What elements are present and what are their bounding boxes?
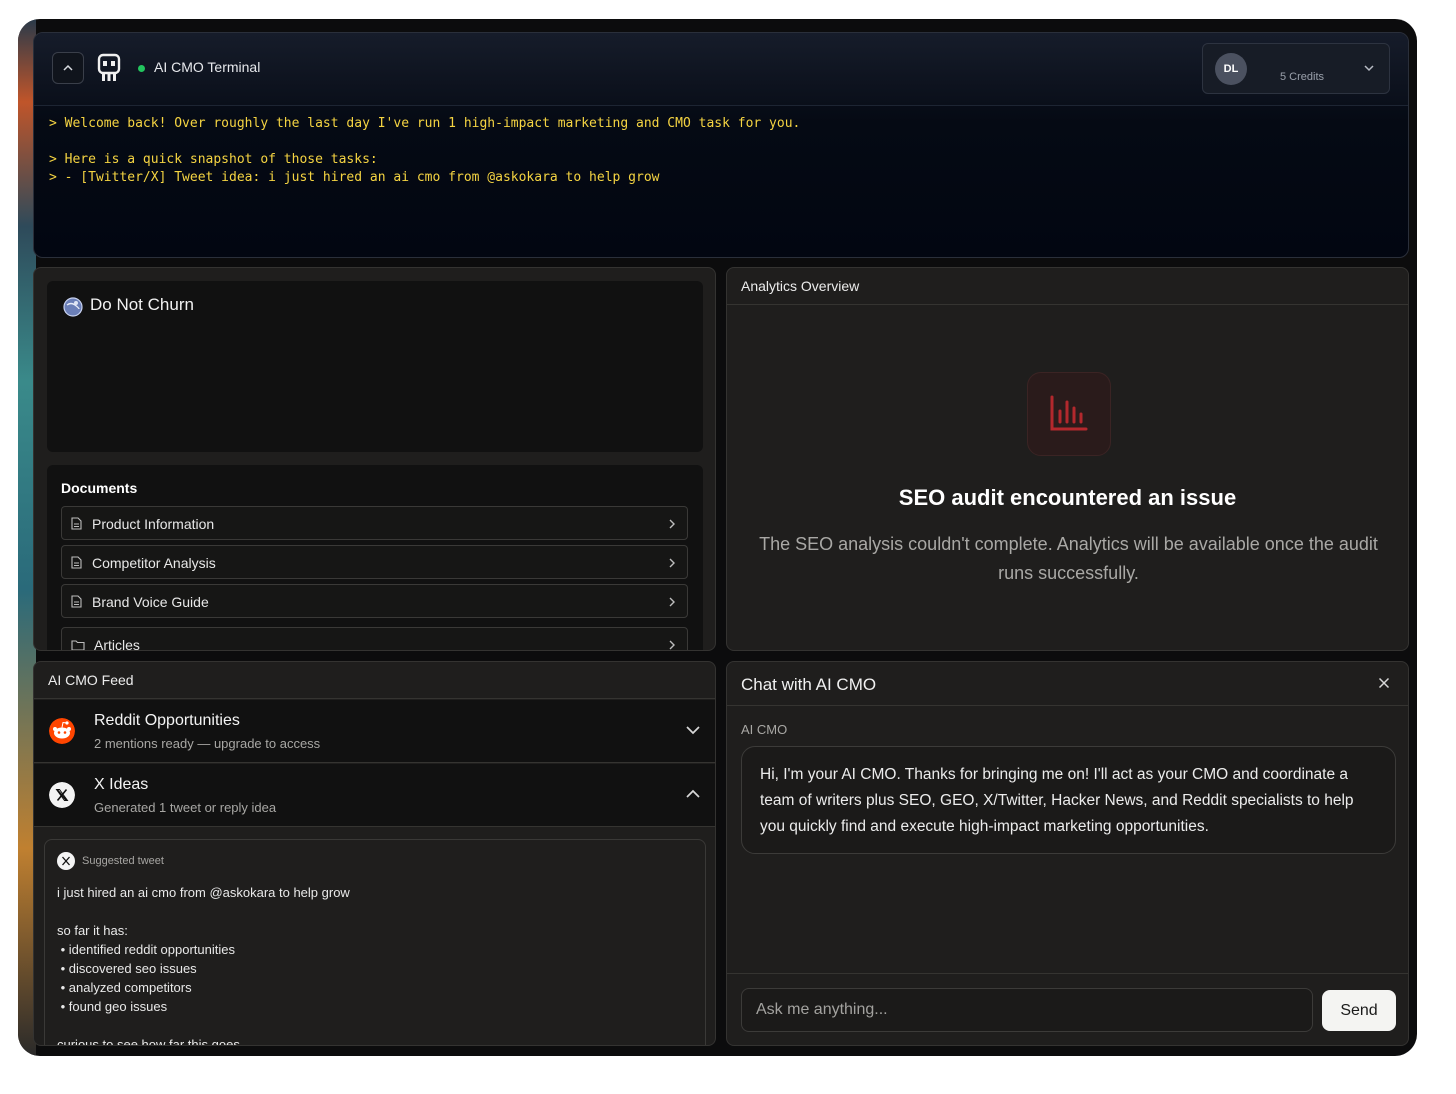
folder-label: Articles — [94, 637, 140, 651]
tweet-line: i just hired an ai cmo from @askokara to… — [57, 885, 350, 900]
chat-message: Hi, I'm your AI CMO. Thanks for bringing… — [741, 746, 1396, 854]
chat-header: Chat with AI CMO — [727, 662, 1408, 706]
tweet-line: • found geo issues — [57, 999, 168, 1014]
document-brand-voice-guide[interactable]: Brand Voice Guide — [61, 584, 688, 618]
tweet-line: • analyzed competitors — [57, 980, 192, 995]
chat-panel: Chat with AI CMO AI CMO Hi, I'm your AI … — [726, 661, 1409, 1046]
bar-chart-icon — [1027, 372, 1111, 456]
feed-item-title: Reddit Opportunities — [94, 712, 240, 729]
analytics-header: Analytics Overview — [727, 268, 1408, 305]
app-window: AI CMO Terminal DL 5 Credits > Setting u… — [18, 19, 1417, 1056]
feed-item-title: X Ideas — [94, 776, 149, 793]
analytics-panel: Analytics Overview SEO audit encountered… — [726, 267, 1409, 651]
feed-header: AI CMO Feed — [34, 662, 715, 699]
close-icon[interactable] — [1378, 677, 1390, 689]
folder-articles[interactable]: Articles — [61, 627, 688, 651]
tweet-line: • discovered seo issues — [57, 961, 197, 976]
terminal-line: > - [Twitter/X] Tweet idea: i just hired… — [49, 170, 660, 185]
account-menu[interactable]: DL 5 Credits — [1202, 43, 1390, 94]
documents-section: Documents Product Information Competitor… — [47, 465, 703, 651]
send-button[interactable]: Send — [1322, 990, 1396, 1031]
suggested-tweet-card: Suggested tweet i just hired an ai cmo f… — [44, 839, 706, 1046]
workspace-panel: Do Not Churn Documents Product Informati… — [33, 267, 716, 651]
chevron-right-icon — [669, 640, 675, 650]
feed-item-subtitle: 2 mentions ready — upgrade to access — [94, 736, 321, 751]
robot-icon — [97, 53, 121, 81]
tweet-line: • identified reddit opportunities — [57, 942, 235, 957]
terminal-line: > Welcome back! Over roughly the last da… — [49, 116, 801, 131]
document-competitor-analysis[interactable]: Competitor Analysis — [61, 545, 688, 579]
chevron-up-icon[interactable] — [685, 788, 701, 800]
divider — [727, 973, 1408, 974]
x-logo-icon — [57, 852, 75, 870]
folder-icon — [71, 640, 85, 650]
tweet-line: curious to see how far this goes — [57, 1037, 240, 1046]
chevron-down-icon — [1364, 65, 1374, 72]
credits-count: 5 Credits — [1280, 71, 1325, 83]
chevron-right-icon — [669, 558, 675, 568]
analytics-title: Analytics Overview — [741, 278, 860, 294]
chevron-right-icon — [669, 597, 675, 607]
tweet-label: Suggested tweet — [82, 855, 164, 867]
feed-item-subtitle: Generated 1 tweet or reply idea — [94, 800, 277, 815]
status-indicator — [138, 65, 145, 72]
tweet-line: so far it has: — [57, 923, 128, 938]
reddit-icon — [49, 718, 75, 744]
company-card: Do Not Churn — [47, 281, 703, 452]
avatar: DL — [1215, 53, 1247, 85]
chevron-down-icon[interactable] — [685, 724, 701, 736]
terminal-line: > Here is a quick snapshot of those task… — [49, 152, 378, 167]
document-product-information[interactable]: Product Information — [61, 506, 688, 540]
x-logo-icon — [49, 782, 75, 808]
error-message: The SEO analysis couldn't complete. Anal… — [759, 534, 1378, 583]
file-icon — [71, 595, 82, 608]
globe-icon — [63, 297, 83, 317]
chat-input[interactable] — [741, 988, 1313, 1032]
collapse-button[interactable] — [52, 52, 84, 84]
message-sender: AI CMO — [741, 722, 788, 737]
chat-title: Chat with AI CMO — [741, 675, 877, 694]
feed-title: AI CMO Feed — [48, 672, 134, 688]
chevron-up-icon — [63, 64, 73, 71]
documents-title: Documents — [61, 480, 138, 496]
terminal-title: AI CMO Terminal — [154, 59, 261, 75]
document-label: Brand Voice Guide — [92, 594, 209, 610]
error-title: SEO audit encountered an issue — [898, 485, 1237, 510]
document-label: Competitor Analysis — [92, 555, 216, 571]
feed-item-x-ideas[interactable]: X Ideas Generated 1 tweet or reply idea — [34, 764, 715, 827]
company-name: Do Not Churn — [90, 295, 194, 314]
file-icon — [71, 556, 82, 569]
terminal-header: AI CMO Terminal DL 5 Credits — [34, 33, 1408, 106]
terminal-panel: AI CMO Terminal DL 5 Credits > Setting u… — [33, 32, 1409, 258]
tweet-card-header: Suggested tweet — [57, 852, 164, 870]
document-label: Product Information — [92, 516, 215, 532]
feed-panel: AI CMO Feed Reddit Opportunities 2 menti… — [33, 661, 716, 1046]
file-icon — [71, 517, 82, 530]
feed-item-reddit[interactable]: Reddit Opportunities 2 mentions ready — … — [34, 700, 715, 763]
chevron-right-icon — [669, 519, 675, 529]
